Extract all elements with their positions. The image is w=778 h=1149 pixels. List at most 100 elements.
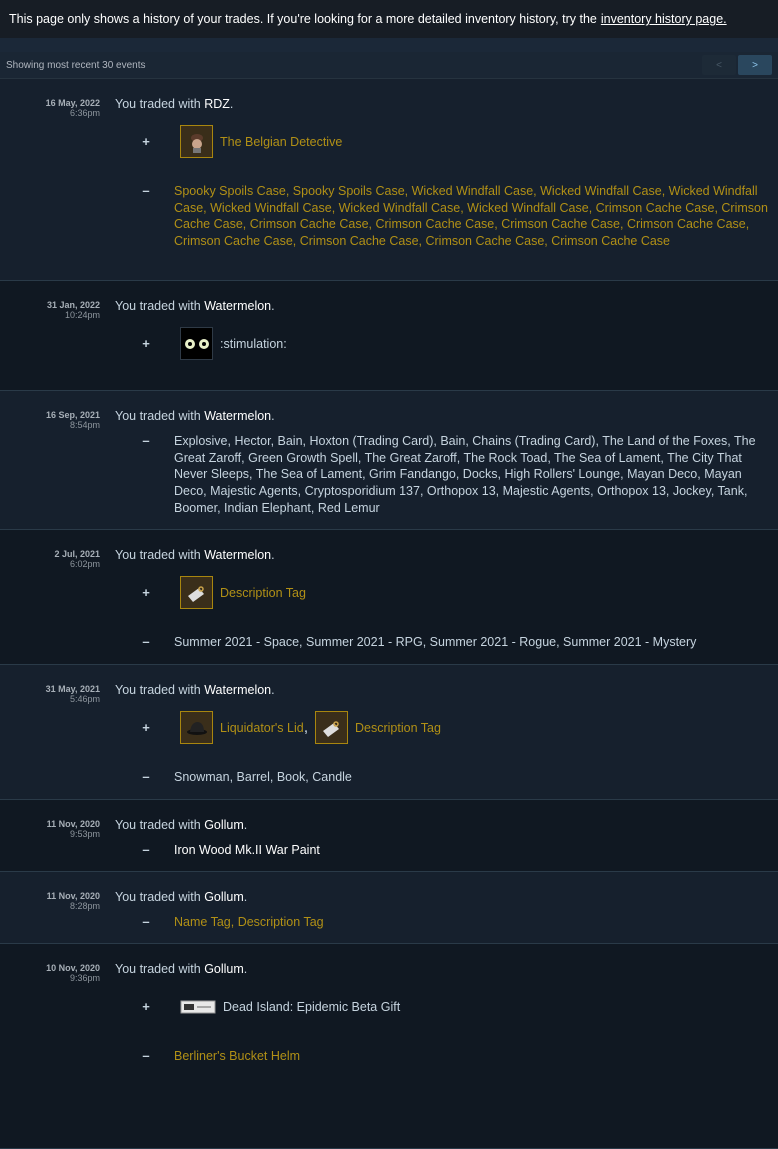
trade-prefix: You traded with bbox=[115, 97, 201, 111]
pager: < > bbox=[702, 55, 772, 75]
trade-notice-bar: This page only shows a history of your t… bbox=[0, 0, 778, 38]
trade-event: 10 Nov, 2020 9:36pm You traded with Goll… bbox=[0, 944, 778, 1149]
given-minus-icon: – bbox=[142, 634, 150, 649]
prev-page-button[interactable]: < bbox=[702, 55, 736, 75]
trade-partner-line: You traded with Watermelon. bbox=[115, 548, 275, 562]
inventory-history-link[interactable]: inventory history page. bbox=[601, 12, 727, 26]
given-minus-icon: – bbox=[142, 433, 150, 448]
trade-event: 16 Sep, 2021 8:54pm You traded with Wate… bbox=[0, 391, 778, 530]
trade-date-time: 9:36pm bbox=[69, 973, 100, 983]
trade-date-day: 16 Sep, 2021 bbox=[45, 410, 100, 420]
trade-prefix: You traded with bbox=[115, 818, 201, 832]
received-item[interactable]: The Belgian Detective bbox=[180, 125, 342, 158]
trade-event: 16 May, 2022 6:36pm You traded with RDZ.… bbox=[0, 79, 778, 281]
trade-partner-line: You traded with Gollum. bbox=[115, 962, 248, 976]
trade-date-time: 6:02pm bbox=[69, 559, 100, 569]
received-plus-icon: + bbox=[142, 336, 150, 351]
trade-date-time: 10:24pm bbox=[64, 310, 100, 320]
item-separator: , bbox=[303, 718, 309, 736]
received-item[interactable]: Description Tag bbox=[315, 711, 441, 744]
given-items-list[interactable]: Name Tag, Description Tag bbox=[174, 914, 768, 931]
given-items-list[interactable]: Explosive, Hector, Bain, Hoxton (Trading… bbox=[174, 433, 768, 517]
received-plus-icon: + bbox=[142, 585, 150, 600]
given-minus-icon: – bbox=[142, 769, 150, 784]
given-minus-icon: – bbox=[142, 914, 150, 929]
trade-date-day: 16 May, 2022 bbox=[45, 98, 100, 108]
trade-date: 16 Sep, 2021 8:54pm bbox=[0, 410, 100, 430]
trade-date-time: 8:54pm bbox=[69, 420, 100, 430]
trade-date-time: 6:36pm bbox=[69, 108, 100, 118]
given-minus-icon: – bbox=[142, 1048, 150, 1063]
trade-prefix: You traded with bbox=[115, 409, 201, 423]
trade-date: 16 May, 2022 6:36pm bbox=[0, 98, 100, 118]
trade-date: 31 Jan, 2022 10:24pm bbox=[0, 300, 100, 320]
trade-date-day: 31 Jan, 2022 bbox=[46, 300, 100, 310]
trade-date: 31 May, 2021 5:46pm bbox=[0, 684, 100, 704]
received-plus-icon: + bbox=[142, 720, 150, 735]
given-minus-icon: – bbox=[142, 842, 150, 857]
trade-partner-name[interactable]: Watermelon bbox=[204, 409, 271, 423]
trade-date-time: 9:53pm bbox=[69, 829, 100, 839]
trade-date-day: 11 Nov, 2020 bbox=[46, 891, 100, 901]
trade-date: 10 Nov, 2020 9:36pm bbox=[0, 963, 100, 983]
trade-partner-name[interactable]: Watermelon bbox=[204, 548, 271, 562]
received-item[interactable]: :stimulation: bbox=[180, 327, 287, 360]
description-tag-icon bbox=[180, 576, 213, 609]
trade-partner-line: You traded with Watermelon. bbox=[115, 683, 275, 697]
detective-hat-icon bbox=[180, 125, 213, 158]
trade-partner-line: You traded with Gollum. bbox=[115, 890, 248, 904]
trade-partner-name[interactable]: Gollum bbox=[204, 962, 244, 976]
trade-partner-name[interactable]: Watermelon bbox=[204, 683, 271, 697]
given-minus-icon: – bbox=[142, 183, 150, 198]
given-items-list[interactable]: Berliner's Bucket Helm bbox=[174, 1048, 768, 1065]
trade-prefix: You traded with bbox=[115, 299, 201, 313]
trade-partner-line: You traded with Watermelon. bbox=[115, 299, 275, 313]
trade-partner-name[interactable]: Gollum bbox=[204, 890, 244, 904]
given-items-list[interactable]: Summer 2021 - Space, Summer 2021 - RPG, … bbox=[174, 634, 768, 651]
gift-ticket-icon bbox=[180, 990, 216, 1023]
received-plus-icon: + bbox=[142, 999, 150, 1014]
received-item-name: The Belgian Detective bbox=[220, 134, 343, 149]
trade-prefix: You traded with bbox=[115, 548, 201, 562]
trade-partner-line: You traded with Watermelon. bbox=[115, 409, 275, 423]
trade-event: 11 Nov, 2020 8:28pm You traded with Goll… bbox=[0, 872, 778, 944]
trade-date-time: 5:46pm bbox=[69, 694, 100, 704]
received-plus-icon: + bbox=[142, 134, 150, 149]
description-tag-icon bbox=[315, 711, 348, 744]
trade-event: 31 Jan, 2022 10:24pm You traded with Wat… bbox=[0, 281, 778, 391]
given-items-list[interactable]: Iron Wood Mk.II War Paint bbox=[174, 842, 768, 859]
trade-date: 11 Nov, 2020 9:53pm bbox=[0, 819, 100, 839]
trade-partner-name[interactable]: Gollum bbox=[204, 818, 244, 832]
trade-prefix: You traded with bbox=[115, 962, 201, 976]
trade-date-day: 11 Nov, 2020 bbox=[46, 819, 100, 829]
received-item[interactable]: Liquidator's Lid, bbox=[180, 711, 308, 744]
trade-event: 11 Nov, 2020 9:53pm You traded with Goll… bbox=[0, 800, 778, 872]
trade-prefix: You traded with bbox=[115, 890, 201, 904]
trade-partner-name[interactable]: Watermelon bbox=[204, 299, 271, 313]
trade-event: 2 Jul, 2021 6:02pm You traded with Water… bbox=[0, 530, 778, 665]
received-item-name: Description Tag bbox=[355, 720, 441, 735]
trade-notice-text: This page only shows a history of your t… bbox=[9, 12, 597, 26]
trade-partner-line: You traded with Gollum. bbox=[115, 818, 248, 832]
trade-date-day: 31 May, 2021 bbox=[45, 684, 100, 694]
received-item-name: Liquidator's Lid bbox=[220, 720, 304, 735]
trade-date: 2 Jul, 2021 6:02pm bbox=[0, 549, 100, 569]
received-item[interactable]: Dead Island: Epidemic Beta Gift bbox=[180, 990, 400, 1023]
trade-event: 31 May, 2021 5:46pm You traded with Wate… bbox=[0, 665, 778, 800]
given-items-list[interactable]: Spooky Spoils Case, Spooky Spoils Case, … bbox=[174, 183, 768, 250]
received-item-name: Dead Island: Epidemic Beta Gift bbox=[223, 999, 401, 1014]
results-status-bar: Showing most recent 30 events < > bbox=[0, 52, 778, 79]
received-item-name: Description Tag bbox=[220, 585, 306, 600]
trade-prefix: You traded with bbox=[115, 683, 201, 697]
received-item-name: :stimulation: bbox=[220, 336, 287, 351]
liquidator-lid-icon bbox=[180, 711, 213, 744]
trade-date-day: 10 Nov, 2020 bbox=[46, 963, 100, 973]
given-items-list[interactable]: Snowman, Barrel, Book, Candle bbox=[174, 769, 768, 786]
results-count-text: Showing most recent 30 events bbox=[6, 59, 146, 71]
received-item[interactable]: Description Tag bbox=[180, 576, 306, 609]
trade-date: 11 Nov, 2020 8:28pm bbox=[0, 891, 100, 911]
trade-partner-name[interactable]: RDZ bbox=[204, 97, 230, 111]
trade-date-time: 8:28pm bbox=[69, 901, 100, 911]
next-page-button[interactable]: > bbox=[738, 55, 772, 75]
trade-partner-line: You traded with RDZ. bbox=[115, 97, 234, 111]
